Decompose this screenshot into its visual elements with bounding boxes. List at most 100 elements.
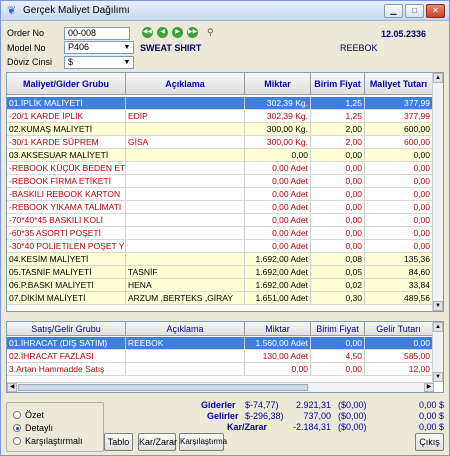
table-row[interactable]: 01.İHRACAT (DIŞ SATIM) REEBOK 1.560,00 Ade…	[7, 337, 434, 350]
col-miktar[interactable]: Miktar	[245, 73, 311, 95]
table-row[interactable]: 02.KUMAŞ MALİYETİ 300,00 Kg. 2,00 600,00	[7, 123, 434, 136]
col-aciklama[interactable]: Açıklama	[126, 322, 245, 336]
model-name: SWEAT SHIRT	[140, 43, 202, 53]
table-cell: 135,36	[365, 253, 433, 265]
radio-karsilastirmali[interactable]: Karşılaştırmalı	[13, 436, 83, 446]
table-cell: 0,00 Adet	[245, 214, 311, 226]
radio-detayli-label: Detaylı	[25, 423, 54, 433]
table-cell: 0,08	[311, 253, 365, 265]
scroll-thumb[interactable]	[18, 384, 308, 391]
col-birim-fiyat[interactable]: Birim Fiyat	[311, 73, 365, 95]
table-row[interactable]: 06.P.BASKI MALİYETİ HENA 1.692,00 Adet 0,02…	[7, 279, 434, 292]
horizontal-scrollbar[interactable]: ◀ ▶	[7, 382, 434, 392]
maximize-button[interactable]: □	[405, 4, 424, 18]
table-cell: 0,00	[365, 188, 433, 200]
window-controls: ▁ □ ✕	[384, 4, 445, 18]
table-row[interactable]: 05.TASNİF MALİYETİ TASNİF 1.692,00 Adet 0,0…	[7, 266, 434, 279]
table-row[interactable]: 04.KESİM MALİYETİ 1.692,00 Adet 0,08 135,36	[7, 253, 434, 266]
table-cell: 0,00	[365, 337, 433, 349]
table-cell: 0,00 Adet	[245, 188, 311, 200]
karsilastirma-button[interactable]: Karşılaştırma	[179, 433, 227, 451]
model-no-select[interactable]: P406 ▼	[64, 41, 134, 54]
col-gelir-tutari[interactable]: Gelir Tutarı	[365, 322, 433, 336]
radio-ozet[interactable]: Özet	[13, 410, 44, 420]
table-row[interactable]: -20/1 KARDE İPLİK EDİP 302,39 Kg. 1,25 377,9…	[7, 110, 434, 123]
cikis-button[interactable]: Çıkış	[415, 433, 444, 451]
table-row[interactable]: -70*40*45 BASKILI KOLİ 0,00 Adet 0,00 0,00	[7, 214, 434, 227]
table-cell: 0,00	[311, 201, 365, 213]
scroll-right-icon[interactable]: ▶	[424, 383, 434, 392]
table-row[interactable]: -REBOOK YIKAMA TALİMATI 0,00 Adet 0,00 0,00	[7, 201, 434, 214]
table-cell: 0,00	[311, 214, 365, 226]
scroll-left-icon[interactable]: ◀	[7, 383, 17, 392]
table-row[interactable]: 02.İHRACAT FAZLASI 130,00 Adet 4,50 585,00	[7, 350, 434, 363]
table-cell: 06.P.BASKI MALİYETİ	[7, 279, 126, 291]
search-icon[interactable]: ⚲	[207, 27, 218, 38]
next-record-icon[interactable]: ▶	[172, 27, 183, 38]
table-cell: 1.692,00 Adet	[245, 266, 311, 278]
income-grid-header: Satış/Gelir Grubu Açıklama Miktar Birim …	[7, 322, 433, 336]
table-row[interactable]: -BASKILI REBOOK KARTON 0,00 Adet 0,00 0,00	[7, 188, 434, 201]
table-cell	[126, 188, 245, 200]
table-cell: 0,00	[311, 188, 365, 200]
table-row[interactable]: -REBOOK FİRMA ETİKETİ 0,00 Adet 0,00 0,00	[7, 175, 434, 188]
table-cell: 0,00	[365, 240, 433, 252]
currency-select[interactable]: $ ▼	[64, 56, 134, 69]
col-maliyet-grubu[interactable]: Maliyet/Gider Grubu	[7, 73, 126, 95]
scroll-up-icon[interactable]: ▲	[433, 73, 443, 83]
currency-value: $	[68, 57, 74, 67]
table-cell: -30/1 KARDE SÜPREM	[7, 136, 126, 148]
scroll-down-icon[interactable]: ▼	[433, 372, 443, 382]
table-row[interactable]: 01.İPLİK MALİYETİ 302,39 Kg. 1,25 377,99	[7, 97, 434, 110]
first-record-icon[interactable]: ◀◀	[142, 27, 153, 38]
brand-name: REEBOK	[340, 43, 378, 53]
table-row[interactable]: 3.Artan Hammadde Satış 0,00 0,00 12,00	[7, 363, 434, 376]
table-cell	[126, 97, 245, 109]
table-cell: 02.İHRACAT FAZLASI	[7, 350, 126, 362]
tablo-button[interactable]: Tablo	[104, 433, 133, 451]
close-button[interactable]: ✕	[426, 4, 445, 18]
giderler-label: Giderler	[201, 400, 236, 410]
table-row[interactable]: 03.AKSESUAR MALİYETİ 0,00 0,00 0,00	[7, 149, 434, 162]
vertical-scrollbar[interactable]: ▲ ▼	[432, 322, 443, 382]
table-row[interactable]: -30/1 KARDE SÜPREM GİSA 300,00 Kg. 2,00 600,…	[7, 136, 434, 149]
kar-zarar-button[interactable]: Kar/Zarar	[138, 433, 177, 451]
order-no-input[interactable]: 00-008	[64, 27, 130, 40]
table-cell: 03.AKSESUAR MALİYETİ	[7, 149, 126, 161]
table-cell: 0,00	[365, 175, 433, 187]
table-row[interactable]: -REBOOK KÜÇÜK BEDEN ET 0,00 Adet 0,00 0,00	[7, 162, 434, 175]
table-cell: 33,84	[365, 279, 433, 291]
last-record-icon[interactable]: ▶▶	[187, 27, 198, 38]
table-cell: HENA	[126, 279, 245, 291]
table-cell: 0,00	[365, 214, 433, 226]
scroll-up-icon[interactable]: ▲	[433, 322, 443, 332]
table-row[interactable]: -60*35 ASORTİ POŞETİ 0,00 Adet 0,00 0,00	[7, 227, 434, 240]
table-cell: 0,00 Adet	[245, 201, 311, 213]
table-cell: 12,00	[365, 363, 433, 375]
radio-circle	[13, 437, 21, 445]
radio-detayli[interactable]: Detaylı	[13, 423, 53, 433]
table-cell: 0,00	[311, 162, 365, 174]
gelirler-paren: ($0,00)	[338, 411, 367, 421]
col-birim-fiyat[interactable]: Birim Fiyat	[311, 322, 365, 336]
scroll-down-icon[interactable]: ▼	[433, 301, 443, 311]
col-aciklama[interactable]: Açıklama	[126, 73, 245, 95]
table-cell: 3.Artan Hammadde Satış	[7, 363, 126, 375]
table-cell: EDİP	[126, 110, 245, 122]
giderler-paren: ($0,00)	[338, 400, 367, 410]
vertical-scrollbar[interactable]: ▲ ▼	[432, 73, 443, 311]
table-cell: 0,00	[311, 363, 365, 375]
table-cell: 600,00	[365, 136, 433, 148]
col-satis-grubu[interactable]: Satış/Gelir Grubu	[7, 322, 126, 336]
title-bar: ❦ Gerçek Maliyet Dağılımı ▁ □ ✕	[1, 1, 449, 21]
table-cell: 600,00	[365, 123, 433, 135]
table-cell: 01.İPLİK MALİYETİ	[7, 97, 126, 109]
table-row[interactable]: -30*40 POLİETİLEN POŞET Y 0,00 Adet 0,00 0,…	[7, 240, 434, 253]
col-miktar[interactable]: Miktar	[245, 322, 311, 336]
table-cell: -70*40*45 BASKILI KOLİ	[7, 214, 126, 226]
prev-record-icon[interactable]: ◀	[157, 27, 168, 38]
col-maliyet-tutari[interactable]: Maliyet Tutarı	[365, 73, 433, 95]
table-row[interactable]: 07.DİKİM MALİYETİ ARZUM ,BERTEKS ,GİRAY 1.…	[7, 292, 434, 305]
minimize-button[interactable]: ▁	[384, 4, 403, 18]
table-cell: REEBOK	[126, 337, 245, 349]
